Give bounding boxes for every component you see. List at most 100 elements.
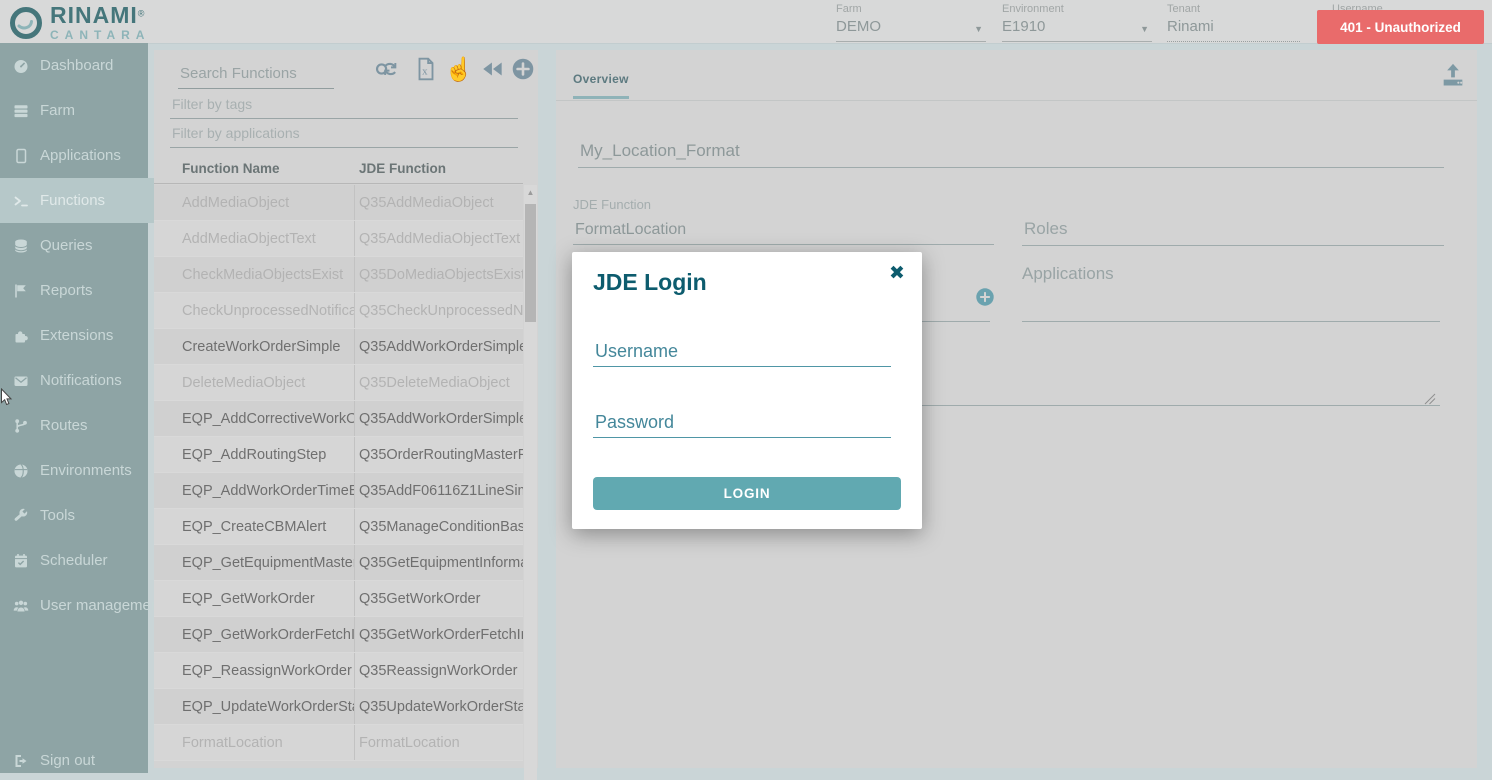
add-role-icon[interactable]: [974, 286, 996, 308]
environment-label: Environment: [1002, 3, 1152, 15]
table-row[interactable]: AddMediaObjectTextQ35AddMediaObjectText: [154, 221, 523, 257]
error-toast: 401 - Unauthorized: [1317, 10, 1484, 44]
jde-function-label: JDE Function: [573, 197, 651, 212]
scroll-up-icon[interactable]: ▲: [524, 188, 537, 197]
table-scrollbar[interactable]: ▲ ▼: [524, 185, 537, 780]
rewind-icon[interactable]: [479, 55, 507, 83]
scrollbar-thumb[interactable]: [525, 204, 536, 322]
sidebar-item-farm[interactable]: Farm: [0, 88, 148, 133]
cell-jde-function: Q35UpdateWorkOrderStatu: [355, 689, 523, 724]
table-row[interactable]: EQP_GetWorkOrderQ35GetWorkOrder: [154, 581, 523, 617]
table-row[interactable]: EQP_UpdateWorkOrderStatQ35UpdateWorkOrde…: [154, 689, 523, 725]
cell-function-name: EQP_AddRoutingStep: [154, 437, 355, 472]
login-username-input[interactable]: [593, 336, 891, 367]
table-row[interactable]: DeleteMediaObjectQ35DeleteMediaObject: [154, 365, 523, 401]
close-icon[interactable]: ✖: [889, 264, 905, 283]
search-input[interactable]: [178, 58, 334, 89]
farm-label: Farm: [836, 3, 986, 15]
tenant-field[interactable]: Tenant: [1167, 3, 1300, 42]
reports-icon: [13, 283, 29, 299]
sidebar-item-tools[interactable]: Tools: [0, 493, 148, 538]
sidebar-item-label: Queries: [40, 237, 93, 254]
table-row[interactable]: EQP_CreateCBMAlertQ35ManageConditionBase…: [154, 509, 523, 545]
login-button[interactable]: LOGIN: [593, 477, 901, 510]
roles-input[interactable]: [1022, 213, 1444, 246]
sidebar-item-queries[interactable]: Queries: [0, 223, 148, 268]
jde-login-dialog: JDE Login ✖ LOGIN: [572, 252, 922, 529]
notifications-icon: [13, 373, 29, 389]
cell-function-name: EQP_GetEquipmentMaster: [154, 545, 355, 580]
sidebar-item-scheduler[interactable]: Scheduler: [0, 538, 148, 583]
sidebar-item-routes[interactable]: Routes: [0, 403, 148, 448]
applications-field[interactable]: Applications: [1022, 264, 1440, 322]
divider: [556, 100, 1477, 101]
cell-function-name: EQP_CreateCBMAlert: [154, 509, 355, 544]
filter-applications-input[interactable]: [170, 119, 518, 148]
functions-panel: x ☝ Function Name JDE Function AddMediaO…: [154, 50, 538, 768]
column-function-name: Function Name: [154, 161, 355, 176]
table-header: Function Name JDE Function: [154, 153, 523, 184]
sidebar-item-functions[interactable]: Functions: [0, 178, 155, 223]
filter-tags-input[interactable]: [170, 90, 518, 119]
login-password-input[interactable]: [593, 407, 891, 438]
tab-overview[interactable]: Overview: [573, 72, 629, 86]
export-excel-icon[interactable]: x: [412, 55, 440, 83]
sidebar-item-applications[interactable]: Applications: [0, 133, 148, 178]
tenant-input[interactable]: [1167, 18, 1300, 35]
cell-jde-function: Q35ManageConditionBased: [355, 509, 523, 544]
table-row[interactable]: EQP_AddRoutingStepQ35OrderRoutingMasterF…: [154, 437, 523, 473]
table-row[interactable]: EQP_ReassignWorkOrderQ35ReassignWorkOrde…: [154, 653, 523, 689]
sidebar-nav: DashboardFarmApplicationsFunctionsQuerie…: [0, 43, 148, 628]
hand-icon[interactable]: ☝: [445, 55, 473, 83]
sidebar-item-extensions[interactable]: Extensions: [0, 313, 148, 358]
brand-logo: RINAMI® CANTARA: [8, 4, 150, 41]
sidebar-item-notifications[interactable]: Notifications: [0, 358, 148, 403]
function-name-input[interactable]: [578, 135, 1444, 168]
dashboard-icon: [13, 58, 29, 74]
cell-function-name: EQP_AddWorkOrderTimeEnt: [154, 473, 355, 508]
resize-grip-icon[interactable]: [1424, 392, 1436, 404]
brand-name: RINAMI: [50, 2, 138, 28]
add-icon[interactable]: [509, 55, 537, 83]
cell-jde-function: Q35GetWorkOrderFetchInfo: [355, 617, 523, 652]
applications-label: Applications: [1022, 264, 1114, 283]
table-row[interactable]: FormatLocationFormatLocation: [154, 725, 523, 761]
farm-select[interactable]: Farm DEMO ▼: [836, 3, 986, 42]
sync-icon[interactable]: [373, 55, 401, 83]
publish-icon[interactable]: [1439, 59, 1467, 91]
extensions-icon: [13, 328, 29, 344]
jde-function-input[interactable]: [573, 216, 994, 245]
sidebar-item-label: Applications: [40, 147, 121, 164]
sidebar-item-label: User management: [40, 597, 163, 614]
table-row[interactable]: AddMediaObjectQ35AddMediaObject: [154, 185, 523, 221]
table-row[interactable]: EQP_AddWorkOrderTimeEntQ35AddF06116Z1Lin…: [154, 473, 523, 509]
table-row[interactable]: CreateWorkOrderSimpleQ35AddWorkOrderSimp…: [154, 329, 523, 365]
users-icon: [13, 598, 29, 614]
environment-select[interactable]: Environment E1910 ▼: [1002, 3, 1152, 42]
cell-function-name: EQP_GetWorkOrderFetchInf: [154, 617, 355, 652]
cell-function-name: AddMediaObject: [154, 185, 355, 220]
sidebar-item-sign-out[interactable]: Sign out: [0, 738, 148, 780]
cell-jde-function: Q35AddWorkOrderSimple: [355, 329, 523, 364]
sidebar-item-label: Dashboard: [40, 57, 113, 74]
dialog-title: JDE Login: [593, 269, 707, 296]
chevron-down-icon: ▼: [1140, 24, 1149, 34]
table-row[interactable]: EQP_AddCorrectiveWorkOrdQ35AddWorkOrderS…: [154, 401, 523, 437]
cell-function-name: EQP_GetWorkOrder: [154, 581, 355, 616]
farm-icon: [13, 103, 29, 119]
rinami-logo-icon: [8, 5, 44, 41]
table-row[interactable]: EQP_GetEquipmentMasterQ35GetEquipmentInf…: [154, 545, 523, 581]
sidebar-item-label: Reports: [40, 282, 93, 299]
table-row[interactable]: CheckUnprocessedNotificatiQ35CheckUnproc…: [154, 293, 523, 329]
cell-jde-function: Q35AddMediaObjectText: [355, 221, 523, 256]
cell-jde-function: Q35AddF06116Z1LineSimp: [355, 473, 523, 508]
table-row[interactable]: CheckMediaObjectsExistQ35DoMediaObjectsE…: [154, 257, 523, 293]
tools-icon: [13, 508, 29, 524]
table-row[interactable]: EQP_GetWorkOrderFetchInfQ35GetWorkOrderF…: [154, 617, 523, 653]
sidebar-item-environments[interactable]: Environments: [0, 448, 148, 493]
sidebar-item-label: Tools: [40, 507, 75, 524]
cell-jde-function: Q35ReassignWorkOrder: [355, 653, 523, 688]
sidebar-item-dashboard[interactable]: Dashboard: [0, 43, 148, 88]
sidebar-item-reports[interactable]: Reports: [0, 268, 148, 313]
sidebar-item-user-management[interactable]: User management: [0, 583, 148, 628]
